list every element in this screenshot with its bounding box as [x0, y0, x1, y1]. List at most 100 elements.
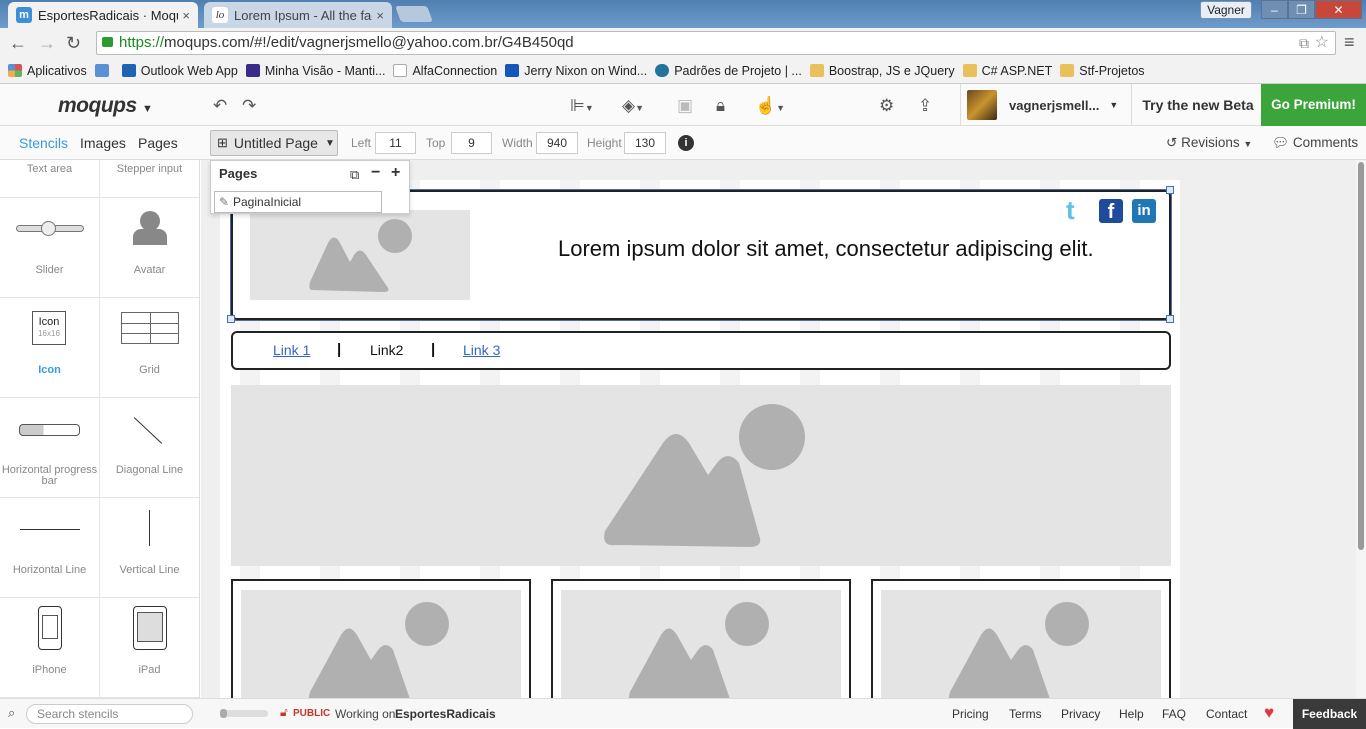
scrollbar-thumb[interactable]	[1358, 162, 1364, 550]
revisions-label: Revisions	[1181, 135, 1240, 150]
tab-moqups[interactable]: m EsportesRadicais · Moqups ×	[8, 2, 198, 28]
try-beta-link[interactable]: Try the new Beta	[1136, 84, 1260, 126]
tab-lorem-ipsum[interactable]: lo Lorem Ipsum - All the facts ×	[204, 2, 392, 28]
left-input[interactable]: 11	[375, 132, 416, 154]
card-image-placeholder[interactable]	[561, 590, 841, 700]
stencil-text-area[interactable]: Text area	[0, 160, 100, 198]
go-premium-button[interactable]: Go Premium!	[1261, 84, 1366, 126]
zoom-thumb[interactable]	[220, 709, 227, 718]
bookmark-apps[interactable]: Aplicativos	[8, 64, 87, 78]
maximize-icon[interactable]: ❐	[1288, 0, 1315, 19]
image-placeholder-icon	[309, 219, 412, 292]
resize-handle[interactable]	[1166, 186, 1174, 194]
lock-icon[interactable]: 🔒︎	[716, 96, 725, 116]
footer-link-pricing[interactable]: Pricing	[952, 707, 989, 721]
footer-link-faq[interactable]: FAQ	[1162, 707, 1186, 721]
comments-button[interactable]: 💬︎ Comments	[1272, 135, 1358, 151]
window-user-badge[interactable]: Vagner	[1200, 1, 1252, 19]
resize-handle[interactable]	[1166, 315, 1174, 323]
stencil-slider[interactable]: Slider	[0, 198, 100, 298]
revisions-button[interactable]: ↺ Revisions ▼	[1166, 135, 1252, 151]
star-icon[interactable]: ☆	[1315, 32, 1329, 54]
url-input[interactable]: https://moqups.com/#!/edit/vagnerjsmello…	[96, 31, 1336, 55]
heart-icon[interactable]: ♥	[1264, 703, 1274, 723]
layers-icon[interactable]: ◈▼	[622, 96, 644, 116]
menu-icon[interactable]: ≡	[1344, 32, 1355, 53]
stencil-label: Stepper input	[116, 163, 183, 175]
nav-link-3[interactable]: Link 3	[463, 342, 500, 358]
moqups-logo[interactable]: moqups ▼	[58, 94, 153, 118]
zoom-slider[interactable]	[220, 709, 268, 718]
stencil-stepper-input[interactable]: Stepper input	[100, 160, 199, 198]
share-icon[interactable]: ⇪	[918, 96, 932, 116]
top-input[interactable]: 9	[451, 132, 492, 154]
twitter-icon[interactable]: t	[1066, 197, 1090, 223]
card-image-placeholder[interactable]	[881, 590, 1161, 700]
info-icon[interactable]: i	[678, 135, 694, 151]
remove-page-icon[interactable]: −	[371, 164, 380, 182]
feedback-button[interactable]: Feedback	[1293, 699, 1366, 729]
footer-link-terms[interactable]: Terms	[1009, 707, 1042, 721]
bookmark-folder-csharp[interactable]: C# ASP.NET	[962, 64, 1052, 78]
stencil-horizontal-line[interactable]: Horizontal Line	[0, 498, 100, 598]
close-tab-icon[interactable]: ×	[182, 8, 190, 23]
close-window-icon[interactable]: ✕	[1315, 0, 1362, 19]
stencil-icon[interactable]: Icon 16x16 Icon	[0, 298, 100, 398]
duplicate-page-icon[interactable]: ⧉	[350, 167, 359, 183]
header-headline[interactable]: Lorem ipsum dolor sit amet, consectetur …	[558, 236, 1094, 262]
footer-link-contact[interactable]: Contact	[1206, 707, 1247, 721]
hand-pointer-icon[interactable]: ☝▼	[755, 96, 785, 116]
page-selector[interactable]: ⊞ Untitled Page ▼	[210, 130, 338, 156]
stencil-diagonal-line[interactable]: Diagonal Line	[100, 398, 199, 498]
tab-stencils[interactable]: Stencils	[19, 135, 68, 151]
nav-link-2[interactable]: Link2	[370, 342, 403, 358]
group-icon[interactable]: ▣	[677, 96, 693, 116]
public-badge[interactable]: PUBLIC	[293, 708, 330, 719]
translate-icon[interactable]: ⧉	[1299, 32, 1309, 54]
facebook-icon[interactable]: f	[1099, 199, 1123, 223]
footer-link-privacy[interactable]: Privacy	[1061, 707, 1100, 721]
logo-image-placeholder[interactable]	[250, 210, 470, 300]
close-tab-icon[interactable]: ×	[376, 8, 384, 23]
linkedin-icon[interactable]: in	[1132, 199, 1156, 223]
height-input[interactable]: 130	[624, 132, 666, 154]
add-page-icon[interactable]: +	[391, 164, 400, 182]
forward-icon[interactable]: →	[38, 33, 56, 54]
redo-icon[interactable]: ↷	[242, 96, 256, 116]
bookmark-jerry-nixon[interactable]: Jerry Nixon on Wind...	[505, 64, 647, 78]
gear-icon[interactable]: ⚙	[879, 96, 894, 116]
bookmark-padroes[interactable]: Padrões de Projeto | ...	[655, 64, 802, 78]
bookmark-mantis[interactable]: Minha Visão - Manti...	[245, 64, 385, 78]
stencil-label: iPad	[138, 664, 161, 676]
new-tab-button[interactable]	[395, 6, 433, 22]
stencil-iphone[interactable]: iPhone	[0, 598, 100, 698]
reload-icon[interactable]: ↻	[66, 33, 81, 54]
page-name-input[interactable]: ✎ PaginaInicial	[214, 191, 382, 213]
bookmark-outlook[interactable]: Outlook Web App	[121, 64, 238, 78]
tab-pages[interactable]: Pages	[138, 135, 178, 151]
stencil-ipad[interactable]: iPad	[100, 598, 199, 698]
bookmark-docs[interactable]	[94, 64, 114, 77]
bookmark-folder-stf[interactable]: Stf-Projetos	[1060, 64, 1145, 78]
width-input[interactable]: 940	[536, 132, 578, 154]
resize-handle[interactable]	[227, 315, 235, 323]
minimize-icon[interactable]: –	[1261, 0, 1288, 19]
footer-link-help[interactable]: Help	[1119, 707, 1144, 721]
nav-link-1[interactable]: Link 1	[273, 342, 310, 358]
back-icon[interactable]: ←	[9, 33, 27, 54]
align-icon[interactable]: ⊫▼	[570, 96, 594, 116]
user-menu[interactable]: vagnerjsmell... ▼	[960, 84, 1132, 126]
search-stencils-input[interactable]: Search stencils	[26, 704, 193, 724]
bookmark-alfaconnection[interactable]: AlfaConnection	[393, 64, 497, 78]
stencil-horizontal-progress-bar[interactable]: Horizontal progress bar	[0, 398, 100, 498]
folder-icon	[809, 64, 824, 77]
properties-toolbar: Stencils Images Pages ⊞ Untitled Page ▼ …	[0, 126, 1366, 160]
stencil-avatar[interactable]: Avatar	[100, 198, 199, 298]
card-image-placeholder[interactable]	[241, 590, 521, 700]
stencil-vertical-line[interactable]: Vertical Line	[100, 498, 199, 598]
hero-image-placeholder[interactable]	[231, 385, 1171, 566]
tab-images[interactable]: Images	[80, 135, 126, 151]
stencil-grid[interactable]: Grid	[100, 298, 199, 398]
undo-icon[interactable]: ↶	[213, 96, 227, 116]
bookmark-folder-bootstrap[interactable]: Boostrap, JS e JQuery	[809, 64, 955, 78]
